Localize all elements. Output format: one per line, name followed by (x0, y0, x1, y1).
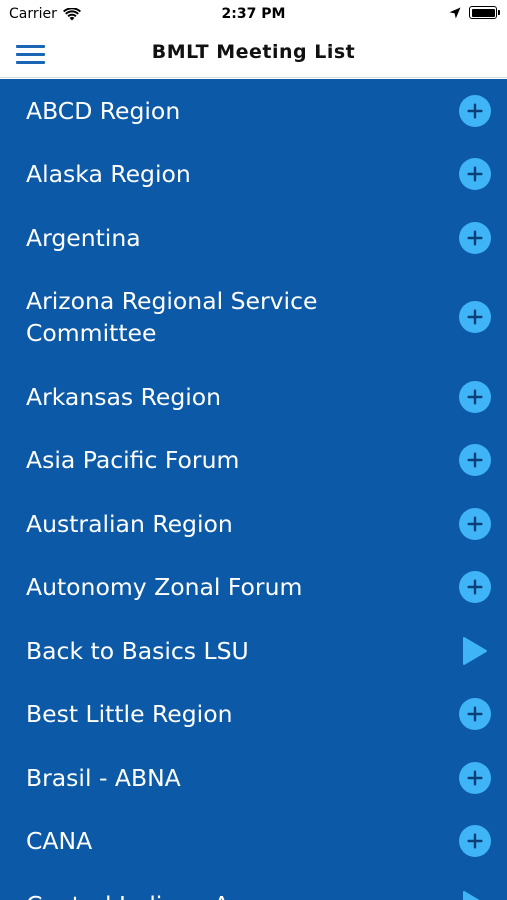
region-list[interactable]: ABCD Region Alaska Region Argentina Arizona… (0, 79, 507, 900)
status-time: 2:37 PM (221, 6, 286, 22)
list-item[interactable]: ABCD Region (0, 79, 507, 143)
list-item[interactable]: CANA (0, 810, 507, 874)
list-item-label: Brasil - ABNA (26, 763, 181, 792)
status-bar: Carrier 2:37 PM (0, 0, 507, 30)
play-arrow-icon[interactable] (459, 635, 491, 667)
list-item[interactable]: Best Little Region (0, 683, 507, 747)
page-title: BMLT Meeting List (151, 41, 356, 63)
plus-circle-icon[interactable] (459, 94, 491, 127)
status-right (449, 6, 500, 19)
navigation-bar: BMLT Meeting List (0, 30, 507, 78)
plus-circle-icon[interactable] (459, 698, 491, 731)
plus-circle-icon[interactable] (459, 301, 491, 334)
list-item-label: Arkansas Region (26, 382, 222, 411)
plus-circle-icon[interactable] (459, 761, 491, 794)
battery-icon (469, 6, 500, 19)
list-item[interactable]: Central Indiana Area (0, 873, 507, 900)
plus-circle-icon[interactable] (459, 380, 491, 413)
list-item[interactable]: Australian Region (0, 492, 507, 556)
list-item-label: Asia Pacific Forum (26, 446, 240, 475)
list-item[interactable]: Argentina (0, 206, 507, 270)
list-item-label: CANA (26, 827, 93, 856)
plus-circle-icon[interactable] (459, 158, 491, 191)
list-item-label: ABCD Region (26, 96, 181, 125)
list-item[interactable]: Back to Basics LSU (0, 619, 507, 683)
list-item-label: Argentina (26, 223, 141, 252)
list-item-label: Best Little Region (26, 700, 233, 729)
list-item-label: Arizona Regional Service Committee (26, 287, 318, 348)
list-item-label: Alaska Region (26, 160, 191, 189)
list-item-label: Back to Basics LSU (26, 636, 249, 665)
plus-circle-icon[interactable] (459, 221, 491, 254)
list-item[interactable]: Brasil - ABNA (0, 746, 507, 810)
plus-circle-icon[interactable] (459, 571, 491, 604)
list-item[interactable]: Autonomy Zonal Forum (0, 556, 507, 620)
list-item[interactable]: Arizona Regional Service Committee (0, 270, 507, 366)
list-item-label: Autonomy Zonal Forum (26, 573, 303, 602)
location-arrow-icon (449, 7, 461, 18)
list-item[interactable]: Alaska Region (0, 143, 507, 207)
plus-circle-icon[interactable] (459, 444, 491, 477)
list-item[interactable]: Asia Pacific Forum (0, 429, 507, 493)
list-item-label: Australian Region (26, 509, 233, 538)
plus-circle-icon[interactable] (459, 507, 491, 540)
list-item-label: Central Indiana Area (26, 889, 268, 900)
play-arrow-icon[interactable] (459, 889, 491, 900)
list-item[interactable]: Arkansas Region (0, 365, 507, 429)
plus-circle-icon[interactable] (459, 825, 491, 858)
